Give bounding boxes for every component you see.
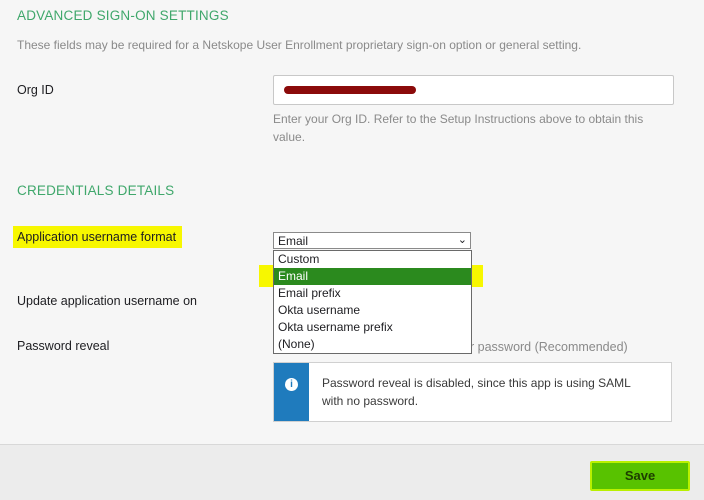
advanced-sign-on-title: ADVANCED SIGN-ON SETTINGS [17,8,229,23]
save-button[interactable]: Save [590,461,690,491]
footer-bar: Save [0,444,704,500]
password-reveal-label: Password reveal [17,339,110,353]
option-custom[interactable]: Custom [274,251,471,268]
option-okta-username[interactable]: Okta username [274,302,471,319]
redaction-mark [284,86,416,94]
password-reveal-option-text: r password (Recommended) [470,340,628,354]
username-format-label: Application username format [13,226,183,248]
password-reveal-info-box: i Password reveal is disabled, since thi… [273,362,672,422]
info-text: Password reveal is disabled, since this … [322,376,631,408]
info-icon: i [285,378,298,391]
option-email[interactable]: Email [274,268,471,285]
advanced-description: These fields may be required for a Netsk… [17,38,582,52]
option-email-prefix[interactable]: Email prefix [274,285,471,302]
option-none[interactable]: (None) [274,336,471,353]
chevron-down-icon: ⌄ [457,234,467,246]
username-format-label-wrap: Application username format [13,226,183,248]
org-id-label: Org ID [17,83,54,97]
org-id-help: Enter your Org ID. Refer to the Setup In… [273,112,644,144]
credentials-title: CREDENTIALS DETAILS [17,183,175,198]
username-format-value: Email [278,234,309,248]
info-bar: i [274,363,309,421]
option-okta-username-prefix[interactable]: Okta username prefix [274,319,471,336]
username-format-select[interactable]: Email ⌄ [273,232,471,249]
update-username-label: Update application username on [17,294,197,308]
org-id-input[interactable] [273,75,674,105]
username-format-dropdown[interactable]: Custom Email Email prefix Okta username … [273,250,472,354]
